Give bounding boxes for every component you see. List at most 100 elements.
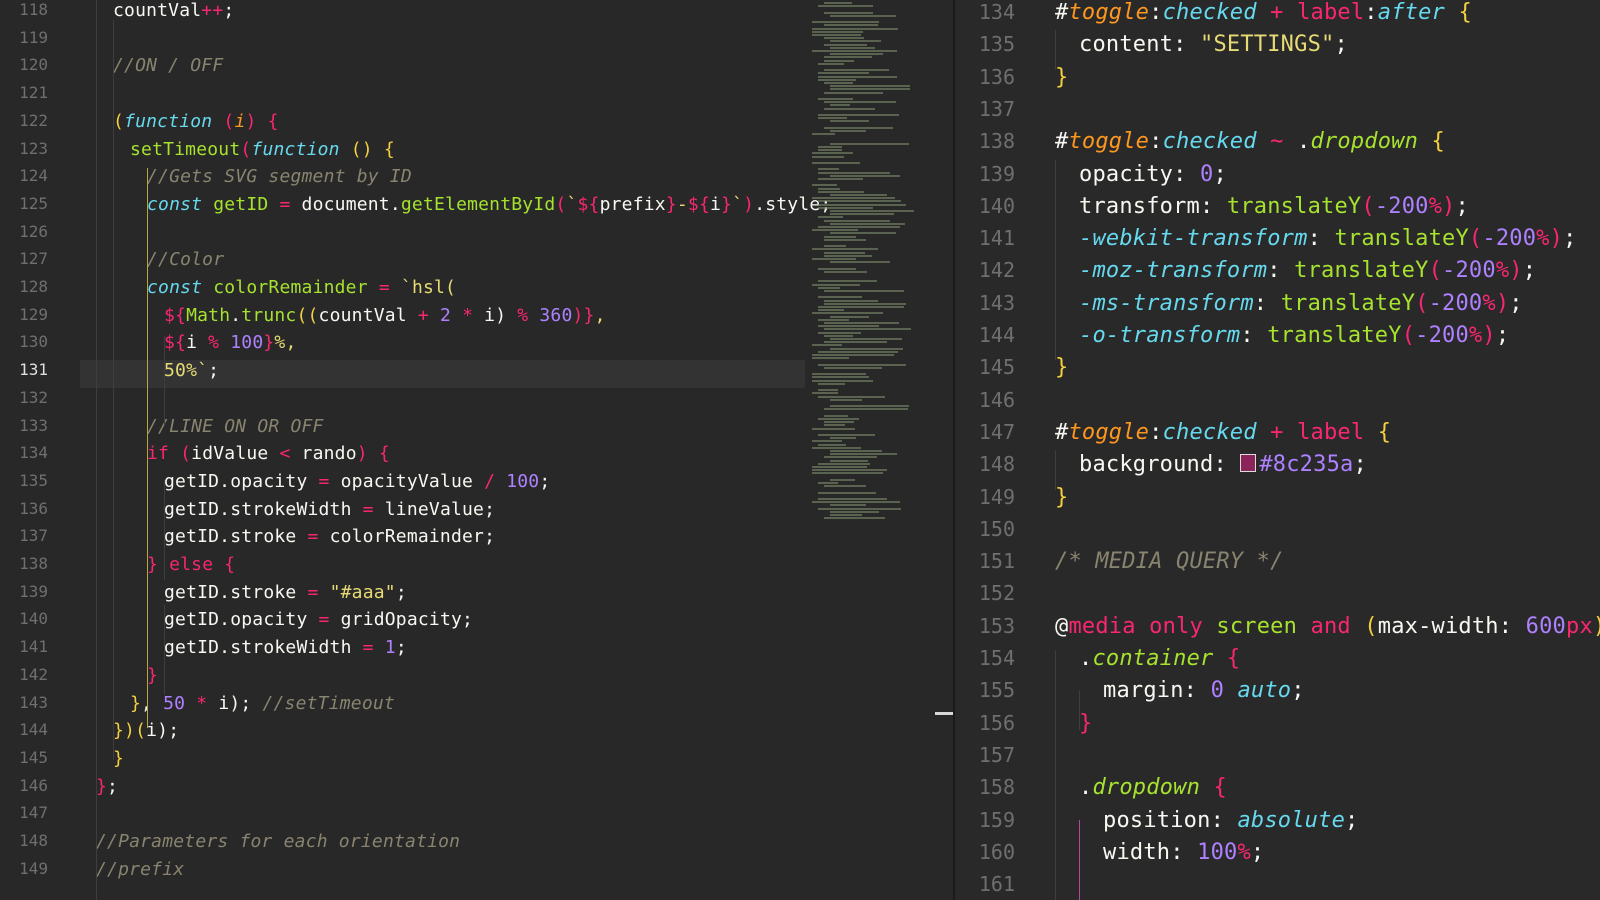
code-token: setTimeout [130, 138, 241, 160]
code-token: i) [473, 304, 518, 326]
code-token: * [196, 692, 208, 714]
code-token: { [1431, 129, 1445, 155]
code-token: ( [240, 138, 252, 160]
code-line: .container { [1079, 646, 1240, 671]
minimap-line [818, 309, 845, 312]
line-number: 149 [978, 484, 1015, 509]
vertical-scrollbar-thumb[interactable] [935, 712, 955, 715]
code-token: ) [1593, 614, 1600, 639]
code-token: getID [213, 193, 269, 215]
indent-guide [96, 0, 97, 900]
code-token: ( [1401, 323, 1416, 348]
minimap-line [824, 302, 907, 305]
code-line: opacity: 0; [1079, 162, 1227, 187]
code-token: } [147, 554, 159, 575]
minimap-line [830, 85, 911, 88]
code-token: media [1068, 613, 1136, 639]
right-code-editor[interactable]: 134 135 136 137 138 139 140 141 142 143 144 145 146 1… [955, 0, 1600, 900]
code-token: /* MEDIA QUERY */ [1055, 549, 1284, 575]
line-number: 137 [978, 96, 1015, 121]
code-line: //Gets SVG segment by ID [147, 166, 412, 187]
minimap-line [824, 82, 854, 84]
code-token: 1 [384, 637, 396, 659]
minimap-line [824, 270, 868, 273]
code-token: toggle [1068, 0, 1150, 25]
minimap-line [824, 322, 900, 324]
minimap-line [812, 30, 864, 33]
code-token: ; [1250, 839, 1265, 865]
code-token: : [1170, 839, 1198, 865]
code-token: = [279, 193, 291, 215]
code-token: } [147, 664, 159, 686]
minimap-line [830, 450, 883, 452]
code-line: } [1055, 65, 1068, 90]
line-number: 125 [19, 193, 48, 213]
code-token: ) [356, 443, 368, 465]
code-area[interactable]: countVal++;//ON / OFF (function (i) {setT… [96, 0, 831, 900]
line-number: 143 [19, 692, 48, 712]
line-number: 122 [19, 110, 48, 130]
code-token: only [1149, 613, 1203, 639]
code-token: : [1498, 613, 1526, 639]
code-token: )} [572, 304, 595, 326]
line-number: 139 [19, 581, 48, 601]
code-token: trunc [241, 304, 297, 326]
minimap-line [824, 334, 853, 337]
code-token: toggle [1068, 419, 1150, 445]
code-token: max-width [1377, 613, 1499, 639]
line-number-gutter: 134 135 136 137 138 139 140 141 142 143 144 145 146 1… [955, 0, 1015, 900]
line-number: 141 [978, 226, 1015, 251]
code-line: -ms-transform: translateY(-200%); [1079, 291, 1523, 316]
code-token: if [147, 443, 170, 465]
line-number: 138 [978, 129, 1015, 154]
code-token: ` [566, 193, 578, 215]
code-token: : [1149, 419, 1163, 445]
line-number: 151 [978, 549, 1015, 574]
minimap-line [812, 373, 866, 376]
minimap-line [818, 296, 863, 299]
code-token: absolute [1237, 807, 1346, 833]
code-token: i [234, 110, 246, 132]
code-token: //Parameters for each orientation [96, 831, 461, 852]
code-token: })( [113, 720, 147, 742]
minimap-line [818, 443, 846, 446]
code-token: ( [180, 443, 192, 465]
minimap-line [812, 469, 887, 472]
code-token: ( [1415, 290, 1429, 316]
line-number: 138 [19, 554, 48, 573]
minimap-line [812, 283, 861, 286]
code-area[interactable]: #toggle:checked + label:after {content: … [1055, 0, 1600, 900]
left-code-editor[interactable]: 118 119 120 121 122 123 124 125 126 127 128 129 130 1… [0, 0, 955, 900]
minimap-line [830, 194, 887, 196]
code-token: + [1270, 0, 1284, 25]
code-token: gridOpacity; [329, 609, 474, 631]
code-token: after [1377, 0, 1445, 25]
minimap-line [818, 5, 874, 8]
code-token: -webkit-transform [1079, 226, 1308, 252]
minimap[interactable] [812, 0, 934, 560]
minimap-line [818, 331, 862, 334]
code-token: content [1079, 32, 1174, 58]
indent-guide [1055, 160, 1056, 360]
minimap-line [818, 190, 865, 193]
code-token: - [676, 193, 688, 215]
code-token: . [1079, 775, 1093, 801]
line-number: 133 [19, 415, 48, 435]
minimap-line [824, 366, 882, 369]
code-line: //LINE ON OR OFF [147, 416, 324, 437]
code-token: , [594, 304, 606, 326]
indent-guide [147, 168, 148, 728]
code-line: #toggle:checked ~ .dropdown { [1055, 129, 1445, 154]
minimap-line [824, 424, 845, 427]
minimap-line [818, 363, 907, 366]
minimap-line [818, 306, 905, 308]
line-number: 137 [19, 526, 48, 546]
minimap-line [824, 43, 868, 46]
code-line: getID.strokeWidth = lineValue; [164, 499, 495, 520]
code-line: }; [96, 776, 118, 797]
